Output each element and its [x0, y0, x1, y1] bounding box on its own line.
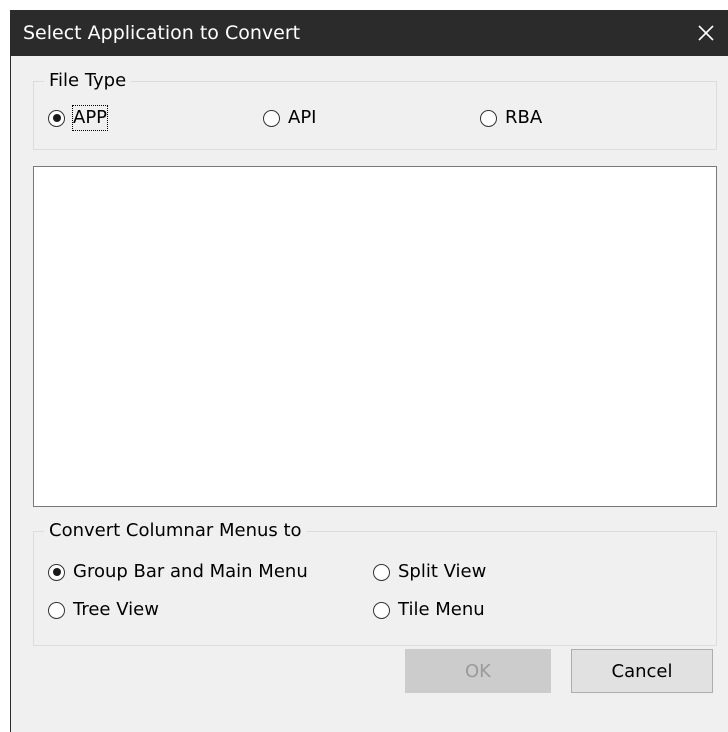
dialog-title: Select Application to Convert: [23, 22, 301, 44]
application-listbox[interactable]: [33, 166, 717, 507]
radio-selected-dot: [52, 114, 61, 122]
radio-split-view-label: Split View: [398, 561, 487, 582]
radio-tree-view-label: Tree View: [73, 599, 159, 620]
radio-tile-menu[interactable]: Tile Menu: [373, 598, 485, 622]
cancel-button[interactable]: Cancel: [571, 649, 713, 693]
radio-tile-menu-label: Tile Menu: [398, 599, 485, 620]
title-bar[interactable]: Select Application to Convert: [11, 10, 728, 56]
radio-group-bar-indicator[interactable]: [48, 563, 65, 581]
radio-api[interactable]: API: [263, 106, 316, 130]
radio-selected-dot: [52, 568, 61, 576]
close-icon: [697, 24, 715, 42]
radio-rba-label: RBA: [505, 107, 543, 128]
radio-group-bar-label: Group Bar and Main Menu: [73, 561, 308, 582]
radio-app[interactable]: APP: [48, 105, 109, 131]
radio-api-indicator[interactable]: [263, 109, 280, 127]
radio-app-label: APP: [71, 105, 109, 131]
file-type-group: File Type APP API RBA: [33, 68, 717, 150]
radio-group-bar-main-menu[interactable]: Group Bar and Main Menu: [48, 560, 308, 584]
radio-tile-menu-indicator[interactable]: [373, 601, 390, 619]
radio-app-indicator[interactable]: [48, 109, 65, 127]
columnar-menus-group: Convert Columnar Menus to Group Bar and …: [33, 518, 717, 646]
select-application-dialog: Select Application to Convert File Type …: [10, 10, 728, 732]
close-button[interactable]: [683, 10, 728, 56]
ok-button[interactable]: OK: [405, 649, 551, 693]
columnar-menus-legend: Convert Columnar Menus to: [44, 518, 307, 544]
file-type-legend: File Type: [44, 68, 132, 94]
radio-tree-view[interactable]: Tree View: [48, 598, 159, 622]
radio-api-label: API: [288, 107, 317, 128]
radio-split-view-indicator[interactable]: [373, 563, 390, 581]
radio-split-view[interactable]: Split View: [373, 560, 486, 584]
radio-tree-view-indicator[interactable]: [48, 601, 65, 619]
radio-rba-indicator[interactable]: [480, 109, 497, 127]
radio-rba[interactable]: RBA: [480, 106, 542, 130]
